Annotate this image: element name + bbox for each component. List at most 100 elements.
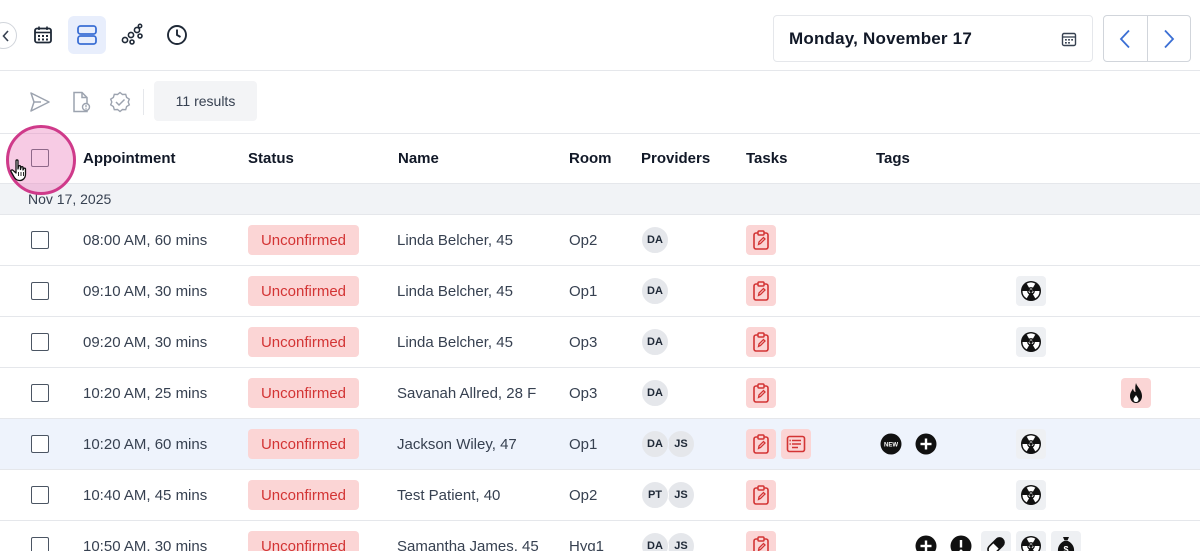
list-view-button[interactable] xyxy=(68,16,106,54)
clipboard-icon xyxy=(753,281,769,301)
calendar-view-button[interactable] xyxy=(24,16,62,54)
status-badge[interactable]: Unconfirmed xyxy=(248,480,359,510)
row-checkbox[interactable] xyxy=(31,384,49,402)
tag-radiation[interactable] xyxy=(1016,276,1046,306)
provider-avatar[interactable]: DA xyxy=(641,277,669,305)
row-checkbox[interactable] xyxy=(31,435,49,453)
patient-name[interactable]: Test Patient, 40 xyxy=(397,487,500,504)
provider-avatar[interactable]: DA xyxy=(641,532,669,551)
document-status-button[interactable] xyxy=(69,90,93,114)
date-group-header: Nov 17, 2025 xyxy=(0,184,1200,215)
table-row[interactable]: 10:20 AM, 25 mins Unconfirmed Savanah Allr… xyxy=(0,368,1200,419)
flow-view-button[interactable] xyxy=(113,16,151,54)
svg-text:NEW: NEW xyxy=(884,442,898,448)
row-checkbox[interactable] xyxy=(31,231,49,249)
table-row[interactable]: 09:20 AM, 30 mins Unconfirmed Linda Belche… xyxy=(0,317,1200,368)
appointment-time: 08:00 AM, 60 mins xyxy=(83,232,208,249)
room-label: Op3 xyxy=(569,385,598,402)
table-row[interactable]: 09:10 AM, 30 mins Unconfirmed Linda Belche… xyxy=(0,266,1200,317)
column-header-appointment[interactable]: Appointment xyxy=(83,150,175,167)
status-badge[interactable]: Unconfirmed xyxy=(248,531,359,551)
provider-avatar[interactable]: DA xyxy=(641,379,669,407)
task-clipboard-button[interactable] xyxy=(746,378,776,408)
column-header-name[interactable]: Name xyxy=(398,150,439,167)
row-checkbox[interactable] xyxy=(31,282,49,300)
provider-avatar[interactable]: DA xyxy=(641,226,669,254)
table-row[interactable]: 10:50 AM, 30 mins Unconfirmed Samantha Jam… xyxy=(0,521,1200,551)
provider-avatar[interactable]: JS xyxy=(667,481,695,509)
tag-radiation[interactable] xyxy=(1016,327,1046,357)
previous-day-button[interactable] xyxy=(1104,16,1147,61)
history-view-button[interactable] xyxy=(158,16,196,54)
room-label: Op3 xyxy=(569,334,598,351)
provider-avatar[interactable]: JS xyxy=(667,430,695,458)
column-header-status[interactable]: Status xyxy=(248,150,294,167)
provider-avatar[interactable]: PT xyxy=(641,481,669,509)
tag-alert-circle[interactable] xyxy=(946,531,976,551)
clipboard-icon xyxy=(753,332,769,352)
plus-circle-icon xyxy=(915,535,937,551)
form-icon xyxy=(786,435,806,453)
task-clipboard-button[interactable] xyxy=(746,429,776,459)
patient-name[interactable]: Jackson Wiley, 47 xyxy=(397,436,517,453)
calendar-icon[interactable] xyxy=(1061,31,1077,47)
row-checkbox[interactable] xyxy=(31,537,49,551)
task-form-button[interactable] xyxy=(781,429,811,459)
confirm-button[interactable] xyxy=(108,90,132,114)
provider-avatar[interactable]: JS xyxy=(667,532,695,551)
row-checkbox[interactable] xyxy=(31,486,49,504)
provider-avatar[interactable]: DA xyxy=(641,430,669,458)
task-clipboard-button[interactable] xyxy=(746,276,776,306)
pill-icon xyxy=(987,537,1005,551)
task-clipboard-button[interactable] xyxy=(746,480,776,510)
tag-plus-circle[interactable] xyxy=(911,531,941,551)
status-badge[interactable]: Unconfirmed xyxy=(248,429,359,459)
patient-name[interactable]: Savanah Allred, 28 F xyxy=(397,385,536,402)
tag-fire[interactable] xyxy=(1121,378,1151,408)
table-row[interactable]: 08:00 AM, 60 mins Unconfirmed Linda Belche… xyxy=(0,215,1200,266)
room-label: Op2 xyxy=(569,232,598,249)
patient-name[interactable]: Samantha James, 45 xyxy=(397,538,539,551)
status-badge[interactable]: Unconfirmed xyxy=(248,225,359,255)
tag-radiation[interactable] xyxy=(1016,429,1046,459)
tag-money-bag[interactable]: $ xyxy=(1051,531,1081,551)
next-day-button[interactable] xyxy=(1146,16,1191,61)
table-row[interactable]: 10:20 AM, 60 mins Unconfirmed Jackson Wile… xyxy=(0,419,1200,470)
collapse-sidebar-button[interactable] xyxy=(0,22,17,49)
send-button[interactable] xyxy=(28,90,52,114)
list-view-icon xyxy=(77,25,97,45)
status-badge[interactable]: Unconfirmed xyxy=(248,378,359,408)
patient-name[interactable]: Linda Belcher, 45 xyxy=(397,334,513,351)
column-header-providers[interactable]: Providers xyxy=(641,150,710,167)
appointment-time: 09:20 AM, 30 mins xyxy=(83,334,208,351)
room-label: Hyg1 xyxy=(569,538,605,551)
calendar-icon xyxy=(34,26,52,44)
column-header-tasks[interactable]: Tasks xyxy=(746,150,787,167)
patient-name[interactable]: Linda Belcher, 45 xyxy=(397,232,513,249)
tag-plus-circle[interactable] xyxy=(911,429,941,459)
status-badge[interactable]: Unconfirmed xyxy=(248,276,359,306)
flow-icon xyxy=(121,23,143,45)
status-badge[interactable]: Unconfirmed xyxy=(248,327,359,357)
date-picker[interactable]: Monday, November 17 xyxy=(773,15,1093,62)
room-label: Op1 xyxy=(569,436,598,453)
radiation-icon xyxy=(1021,332,1041,352)
chevron-left-icon xyxy=(2,29,9,42)
task-clipboard-button[interactable] xyxy=(746,327,776,357)
patient-name[interactable]: Linda Belcher, 45 xyxy=(397,283,513,300)
appointment-time: 10:40 AM, 45 mins xyxy=(83,487,208,504)
tag-radiation[interactable] xyxy=(1016,480,1046,510)
column-header-tags[interactable]: Tags xyxy=(876,150,910,167)
provider-avatar[interactable]: DA xyxy=(641,328,669,356)
table-row[interactable]: 10:40 AM, 45 mins Unconfirmed Test Patient… xyxy=(0,470,1200,521)
row-checkbox[interactable] xyxy=(31,333,49,351)
column-header-room[interactable]: Room xyxy=(569,150,612,167)
tag-radiation[interactable] xyxy=(1016,531,1046,551)
task-clipboard-button[interactable] xyxy=(746,225,776,255)
chevron-left-icon xyxy=(1120,29,1130,48)
room-label: Op2 xyxy=(569,487,598,504)
tag-pill[interactable] xyxy=(981,531,1011,551)
tag-new-badge[interactable]: NEW xyxy=(876,429,906,459)
task-clipboard-button[interactable] xyxy=(746,531,776,551)
clock-icon xyxy=(167,25,187,45)
